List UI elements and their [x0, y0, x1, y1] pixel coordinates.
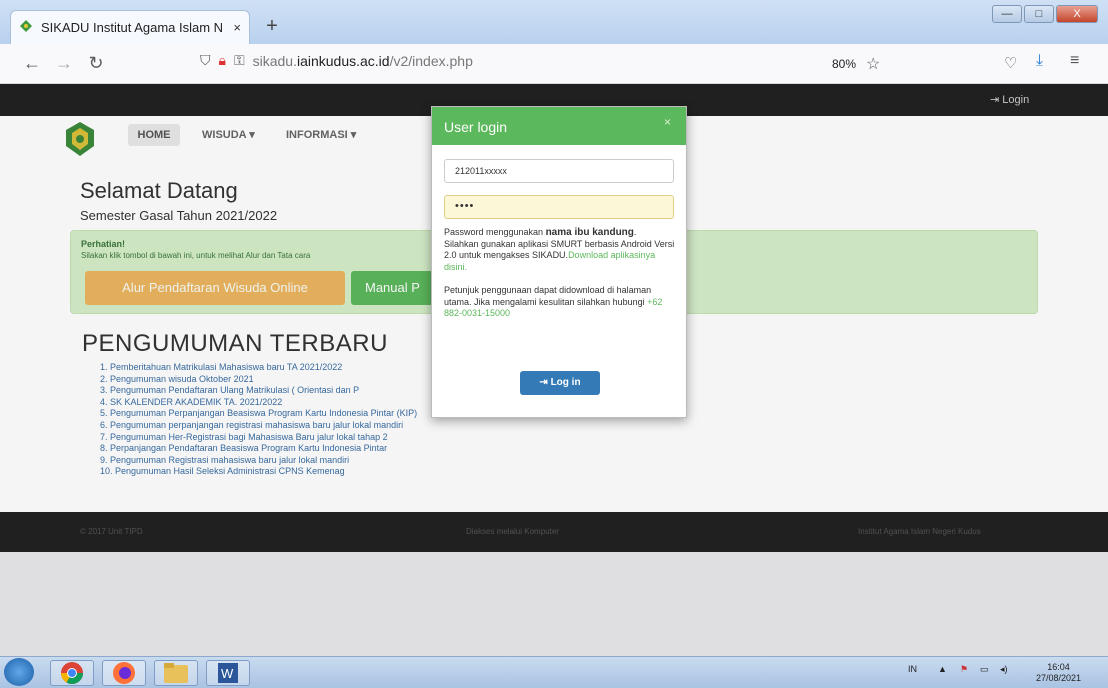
instruction-text: Petunjuk penggunaan dapat didownload di … — [444, 284, 652, 307]
word-taskbar-icon[interactable]: W — [206, 660, 250, 686]
modal-header: User login — [432, 107, 686, 145]
page-blank-area — [0, 552, 1108, 656]
announcement-title: PENGUMUMAN TERBARU — [82, 330, 388, 357]
clock[interactable]: 16:04 27/08/2021 — [1036, 662, 1081, 684]
start-button[interactable] — [4, 658, 34, 686]
announcement-item[interactable]: 7. Pengumuman Her-Registrasi bagi Mahasi… — [100, 432, 417, 444]
clock-date: 27/08/2021 — [1036, 673, 1082, 683]
login-icon: ⇥ — [539, 377, 551, 388]
instruction-bold: nama ibu kandung — [545, 227, 634, 238]
address-bar[interactable]: ⛉ 🔒︎ ⚿ sikadu.iainkudus.ac.id/v2/index.p… — [200, 52, 473, 69]
browser-navbar — [0, 44, 1108, 84]
zoom-indicator[interactable]: 80% — [832, 57, 856, 71]
announcement-item[interactable]: 9. Pengumuman Registrasi mahasiswa baru … — [100, 455, 417, 467]
login-icon: ⇥ — [990, 94, 1003, 106]
svg-text:W: W — [221, 666, 234, 681]
alert-title: Perhatian! — [81, 239, 126, 249]
modal-close-icon[interactable]: × — [664, 115, 671, 129]
announcement-item[interactable]: 6. Pengumuman perpanjangan registrasi ma… — [100, 420, 417, 432]
forward-arrow-icon[interactable]: → — [52, 53, 76, 74]
iain-logo[interactable] — [62, 120, 98, 158]
instruction-text: Password menggunakan — [444, 227, 546, 237]
menu-hamburger-icon[interactable]: ≡ — [1070, 52, 1079, 70]
site-footer: © 2017 Unit TIPD Diakses melalui Kompute… — [0, 512, 1108, 552]
minimize-button[interactable]: — — [992, 5, 1022, 23]
url-text: sikadu.iainkudus.ac.id/v2/index.php — [252, 52, 473, 69]
footer-access-note: Diakses melalui Komputer — [466, 527, 559, 536]
announcement-item[interactable]: 1. Pemberitahuan Matrikulasi Mahasiswa b… — [100, 362, 417, 374]
download-icon[interactable]: ⤓ — [1036, 52, 1043, 70]
login-modal: User login × 212011xxxxx •••• Password m… — [431, 106, 687, 418]
bookmark-star-icon[interactable]: ☆ — [866, 54, 880, 74]
welcome-title: Selamat Datang — [80, 178, 238, 203]
modal-title: User login — [444, 119, 508, 135]
close-window-button[interactable]: X — [1056, 5, 1098, 23]
browser-tab[interactable]: SIKADU Institut Agama Islam N × — [10, 10, 250, 44]
footer-copyright: © 2017 Unit TIPD — [80, 527, 143, 536]
announcement-item[interactable]: 2. Pengumuman wisuda Oktober 2021 — [100, 374, 417, 386]
network-icon[interactable]: ▭ — [980, 664, 989, 675]
site-favicon-icon — [19, 19, 33, 36]
back-arrow-icon[interactable]: ← — [20, 53, 44, 74]
announcement-item[interactable]: 4. SK KALENDER AKADEMIK TA. 2021/2022 — [100, 397, 417, 409]
announcement-item[interactable]: 8. Perpanjangan Pendaftaran Beasiswa Pro… — [100, 443, 417, 455]
announcement-item[interactable]: 5. Pengumuman Perpanjangan Beasiswa Prog… — [100, 408, 417, 420]
reload-icon[interactable]: ↻ — [84, 53, 108, 74]
clock-time: 16:04 — [1047, 662, 1070, 672]
lock-icon[interactable]: 🔒︎ — [219, 52, 226, 69]
firefox-taskbar-icon[interactable] — [102, 660, 146, 686]
login-button-label: Log in — [550, 377, 581, 388]
semester-text: Semester Gasal Tahun 2021/2022 — [80, 208, 278, 223]
menu-informasi[interactable]: INFORMASI ▾ — [286, 128, 356, 141]
top-login-link[interactable]: ⇥ Login — [990, 93, 1029, 106]
volume-icon[interactable]: ◂) — [1000, 664, 1008, 675]
tab-title: SIKADU Institut Agama Islam N — [41, 20, 224, 35]
language-indicator[interactable]: IN — [908, 664, 917, 674]
footer-institution: Institut Agama Islam Negeri Kudus — [858, 527, 981, 536]
maximize-button[interactable]: □ — [1024, 5, 1054, 23]
announcement-item[interactable]: 10. Pengumuman Hasil Seleksi Administras… — [100, 466, 417, 478]
announcement-list: 1. Pemberitahuan Matrikulasi Mahasiswa b… — [100, 362, 417, 478]
instruction-text: . — [633, 227, 637, 237]
tab-close-icon[interactable]: × — [233, 20, 241, 35]
new-tab-button[interactable]: + — [260, 14, 284, 38]
alert-text: Silakan klik tombol di bawah ini, untuk … — [81, 251, 311, 260]
file-explorer-taskbar-icon[interactable] — [154, 660, 198, 686]
alur-pendaftaran-button[interactable]: Alur Pendaftaran Wisuda Online — [85, 271, 345, 305]
login-button[interactable]: ⇥ Log in — [520, 371, 600, 395]
menu-wisuda[interactable]: WISUDA ▾ — [202, 128, 255, 141]
tray-expand-icon[interactable]: ▲ — [938, 664, 947, 674]
chrome-taskbar-icon[interactable] — [50, 660, 94, 686]
pocket-icon[interactable]: ♡ — [1004, 54, 1017, 72]
username-input[interactable]: 212011xxxxx — [444, 159, 674, 183]
announcement-item[interactable]: 3. Pengumuman Pendaftaran Ulang Matrikul… — [100, 385, 417, 397]
action-center-icon[interactable]: ⚑ — [960, 664, 968, 675]
password-input[interactable]: •••• — [444, 195, 674, 219]
login-instructions: Password menggunakan nama ibu kandung. S… — [444, 227, 676, 320]
shield-icon[interactable]: ⛉ — [200, 52, 211, 69]
key-icon[interactable]: ⚿ — [234, 52, 245, 69]
menu-home[interactable]: HOME — [128, 124, 180, 146]
